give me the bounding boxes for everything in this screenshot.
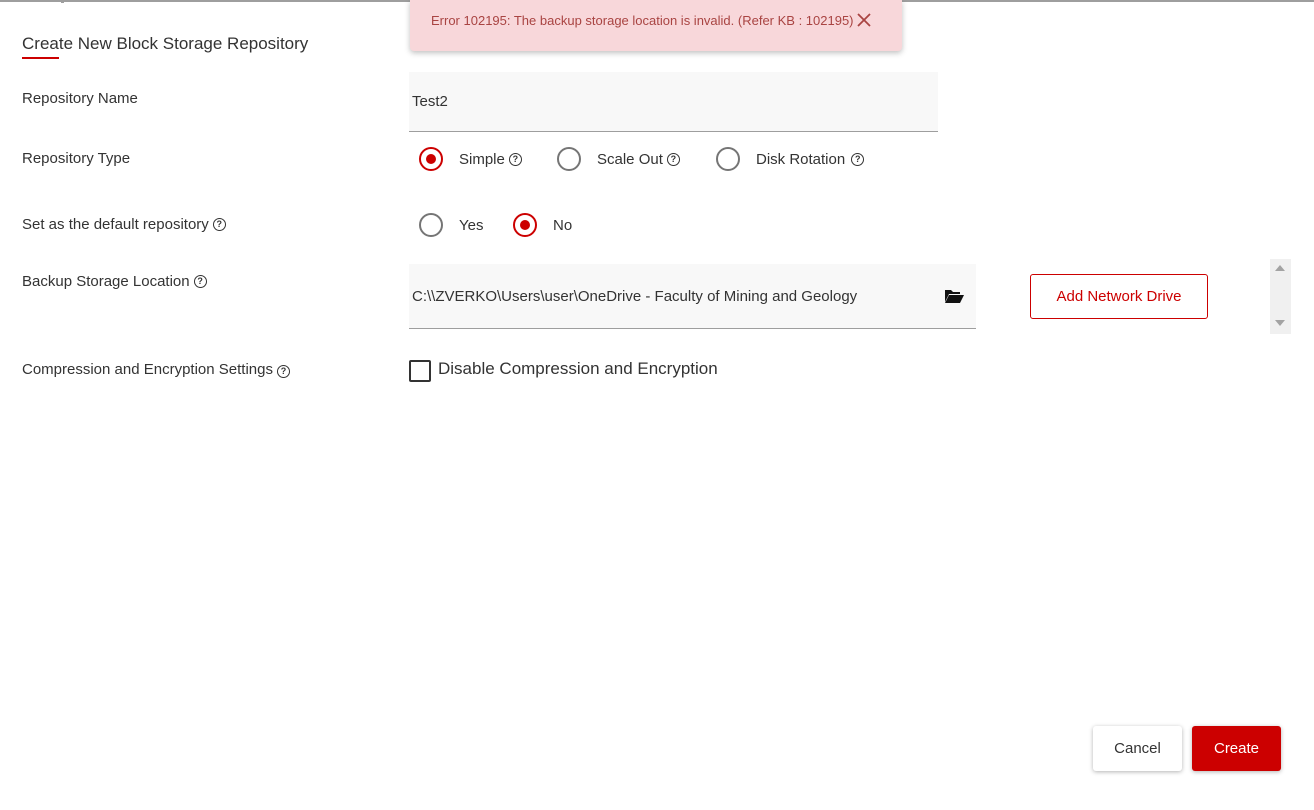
create-button[interactable]: Create bbox=[1192, 726, 1281, 771]
backup-location-label-text: Backup Storage Location bbox=[22, 273, 190, 290]
help-icon[interactable]: ? bbox=[851, 152, 865, 166]
disable-compression-checkbox-row[interactable]: Disable Compression and Encryption bbox=[409, 359, 718, 382]
radio-scale-out[interactable]: Scale Out? bbox=[557, 147, 680, 171]
disable-compression-checkbox[interactable] bbox=[409, 360, 431, 382]
backup-location-label: Backup Storage Location? bbox=[22, 273, 207, 290]
help-icon[interactable]: ? bbox=[508, 152, 522, 166]
radio-default-no-label: No bbox=[553, 216, 573, 234]
disable-compression-label: Disable Compression and Encryption bbox=[438, 359, 718, 378]
radio-simple[interactable]: Simple? bbox=[419, 147, 522, 171]
compression-label-text: Compression and Encryption Settings bbox=[22, 361, 273, 378]
scroll-up-arrow-icon[interactable] bbox=[1275, 265, 1285, 271]
radio-disk-rotation[interactable]: Disk Rotation? bbox=[716, 147, 865, 171]
help-icon[interactable]: ? bbox=[193, 275, 207, 288]
error-toast-message: Error 102195: The backup storage locatio… bbox=[431, 13, 854, 28]
help-icon[interactable]: ? bbox=[212, 218, 226, 231]
backup-location-input[interactable]: C:\\ZVERKO\Users\user\OneDrive - Faculty… bbox=[409, 264, 976, 329]
radio-simple-label: Simple? bbox=[459, 151, 522, 168]
radio-disk-rotation-label: Disk Rotation? bbox=[756, 151, 865, 168]
help-icon[interactable]: ? bbox=[276, 365, 290, 378]
compression-label: Compression and Encryption Settings? bbox=[22, 361, 290, 378]
scroll-down-arrow-icon[interactable] bbox=[1275, 320, 1285, 326]
radio-scale-out-button[interactable] bbox=[557, 147, 581, 171]
close-icon[interactable] bbox=[856, 12, 872, 28]
repository-name-value: Test2 bbox=[412, 93, 448, 110]
backup-location-value: C:\\ZVERKO\Users\user\OneDrive - Faculty… bbox=[412, 287, 858, 305]
radio-scale-out-label: Scale Out? bbox=[597, 151, 680, 168]
radio-default-yes-label: Yes bbox=[459, 216, 484, 234]
default-repository-label-text: Set as the default repository bbox=[22, 216, 209, 233]
radio-default-no-button[interactable] bbox=[513, 213, 537, 237]
radio-default-yes[interactable]: Yes bbox=[419, 213, 483, 237]
radio-simple-button[interactable] bbox=[419, 147, 443, 171]
radio-default-yes-button[interactable] bbox=[419, 213, 443, 237]
help-icon[interactable]: ? bbox=[666, 152, 680, 166]
repository-name-label: Repository Name bbox=[22, 90, 138, 107]
folder-open-icon[interactable] bbox=[944, 288, 964, 304]
page-title: Create New Block Storage Repository bbox=[22, 34, 309, 53]
repository-name-input[interactable]: Test2 bbox=[409, 72, 938, 132]
default-repository-label: Set as the default repository? bbox=[22, 216, 226, 233]
radio-default-no[interactable]: No bbox=[513, 213, 572, 237]
scrollbar[interactable] bbox=[1270, 259, 1291, 334]
cancel-button[interactable]: Cancel bbox=[1093, 726, 1182, 771]
repository-type-label: Repository Type bbox=[22, 150, 130, 167]
add-network-drive-button[interactable]: Add Network Drive bbox=[1030, 274, 1208, 319]
repository-type-label-text: Repository Type bbox=[22, 150, 131, 167]
title-underline bbox=[22, 57, 59, 59]
repository-name-label-text: Repository Name bbox=[22, 90, 138, 107]
radio-disk-rotation-button[interactable] bbox=[716, 147, 740, 171]
top-border-tick bbox=[61, 0, 64, 3]
error-toast: Error 102195: The backup storage locatio… bbox=[410, 0, 902, 51]
